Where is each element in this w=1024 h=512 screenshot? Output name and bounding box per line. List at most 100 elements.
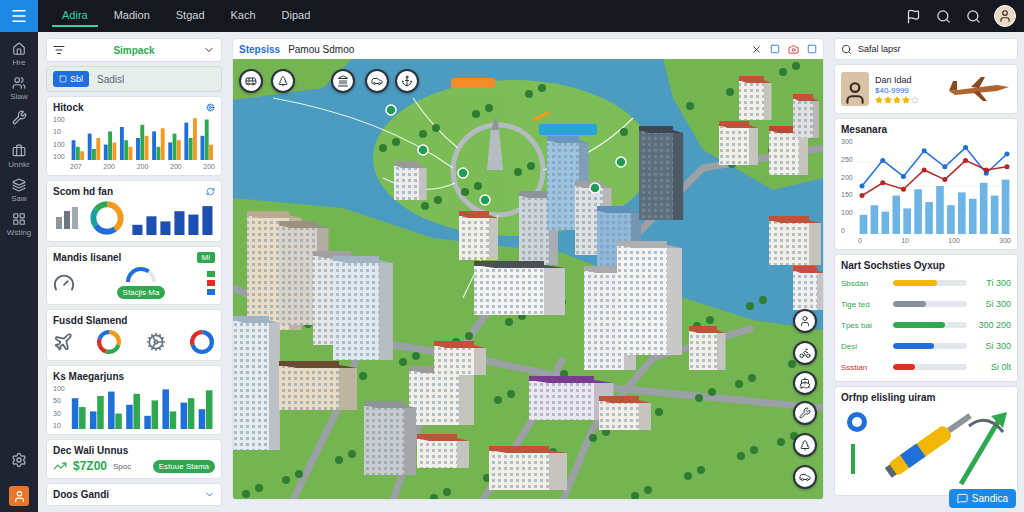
- chart-point: [901, 187, 906, 192]
- tree-icon: [474, 182, 482, 190]
- map-pin[interactable]: [793, 433, 817, 457]
- building-icon: [459, 211, 498, 260]
- search-button[interactable]: [964, 7, 982, 25]
- chart-point: [1004, 164, 1009, 169]
- route-node-icon: [590, 183, 600, 193]
- chevron-icon: [203, 44, 215, 56]
- map-pin[interactable]: [793, 341, 817, 365]
- route-node-icon: [480, 195, 490, 205]
- tab[interactable]: Madion: [104, 5, 160, 27]
- tree-icon: [242, 490, 250, 498]
- list-icon: [53, 44, 65, 56]
- rail-item[interactable]: Saw: [11, 178, 27, 204]
- tab[interactable]: Dipad: [272, 5, 321, 27]
- city-map: [233, 59, 823, 499]
- map-area: [233, 59, 823, 499]
- tree-icon: [282, 476, 290, 484]
- stat-track: [893, 280, 967, 286]
- status-button[interactable]: Sfacjis Ma: [117, 286, 166, 299]
- rail-avatar[interactable]: [9, 486, 29, 506]
- stat-track: [893, 301, 967, 307]
- chart-bar: [177, 140, 181, 160]
- tree-icon: [432, 124, 440, 132]
- building-icon: [739, 76, 772, 120]
- rail-item[interactable]: [12, 110, 27, 136]
- map-pin[interactable]: [331, 69, 355, 93]
- building-icon: [769, 216, 821, 265]
- user-avatar[interactable]: [994, 5, 1016, 27]
- land: [663, 59, 823, 190]
- legend-swatch: [207, 289, 215, 295]
- tab[interactable]: Kach: [221, 5, 266, 27]
- building-icon: [639, 126, 683, 220]
- tree-icon: [748, 374, 756, 382]
- menu-button[interactable]: [0, 0, 38, 32]
- content: SimpackSblSadislHitock100101001002072002…: [38, 32, 1024, 512]
- map-header: StepsissPamou Sdmoo: [233, 39, 823, 59]
- chart-bar: [174, 211, 184, 235]
- tree-icon: [686, 102, 694, 110]
- chart-bar: [168, 142, 172, 160]
- tag: Mi: [197, 252, 215, 263]
- tree-icon: [430, 494, 438, 499]
- select[interactable]: Simpack: [46, 38, 222, 62]
- map-pin[interactable]: [793, 309, 817, 333]
- rail-item[interactable]: Unnkr: [8, 144, 29, 170]
- chat-button[interactable]: Sandica: [949, 489, 1016, 508]
- map-pin[interactable]: [793, 401, 817, 425]
- close-icon: [751, 44, 762, 55]
- tree-icon: [419, 130, 427, 138]
- building-icon: [793, 94, 819, 138]
- plane-icon: [533, 110, 551, 122]
- tree-icon: [461, 188, 469, 196]
- chart-bar: [108, 131, 112, 160]
- search-field[interactable]: Safal lapsr: [834, 38, 1018, 60]
- map-pin[interactable]: [365, 69, 389, 93]
- settings-button[interactable]: [11, 452, 27, 478]
- chart-bar: [96, 138, 100, 160]
- donut-chart: [96, 329, 122, 355]
- tab[interactable]: Adira: [52, 5, 98, 27]
- action-button[interactable]: Estuue Stama: [153, 460, 215, 473]
- map-panel: StepsissPamou Sdmoo: [232, 38, 824, 500]
- tree-icon: [620, 128, 628, 136]
- map-pin[interactable]: [793, 465, 817, 489]
- bar-chart: [70, 116, 215, 160]
- mesanara-card: Mesanara3002502001501000010100300: [834, 118, 1018, 250]
- chart-bar: [133, 394, 140, 429]
- rail-item[interactable]: Slaw: [10, 76, 27, 102]
- map-pin[interactable]: [793, 371, 817, 395]
- rating: [875, 96, 941, 104]
- park-island: [373, 80, 653, 236]
- route-node-icon: [616, 157, 626, 167]
- flag-button[interactable]: [904, 7, 922, 25]
- rail-item[interactable]: Hre: [12, 42, 26, 68]
- chart-bar: [205, 120, 209, 160]
- map-pin[interactable]: [239, 69, 263, 93]
- aircraft-icon: [947, 75, 1011, 103]
- building-icon: [689, 326, 725, 370]
- chart-point: [922, 168, 927, 173]
- tree-icon: [505, 318, 513, 326]
- tab[interactable]: Stgad: [166, 5, 215, 27]
- chart-bar: [112, 142, 116, 160]
- tree-icon: [538, 84, 546, 92]
- square-icon: [59, 75, 67, 83]
- search-button[interactable]: [934, 7, 952, 25]
- tree-icon: [788, 360, 796, 368]
- badge[interactable]: Sbl: [53, 71, 89, 87]
- stats-card: Nart Sochsties OyxupSbsdanTi 300Tige ted…: [834, 254, 1018, 382]
- chart-bar: [209, 145, 213, 160]
- rail-item[interactable]: Wsting: [7, 212, 31, 238]
- landmark-icon: [337, 75, 349, 87]
- chart-bar: [160, 221, 170, 235]
- tree-icon: [589, 434, 597, 442]
- line-series: [860, 158, 1010, 198]
- map-pin[interactable]: [395, 69, 419, 93]
- footer-card[interactable]: Doos Gandi: [46, 483, 222, 506]
- portrait: [841, 72, 869, 106]
- tree-icon: [779, 68, 787, 76]
- building-icon: [417, 434, 469, 468]
- chart-bar: [958, 192, 966, 234]
- map-pin[interactable]: [271, 69, 295, 93]
